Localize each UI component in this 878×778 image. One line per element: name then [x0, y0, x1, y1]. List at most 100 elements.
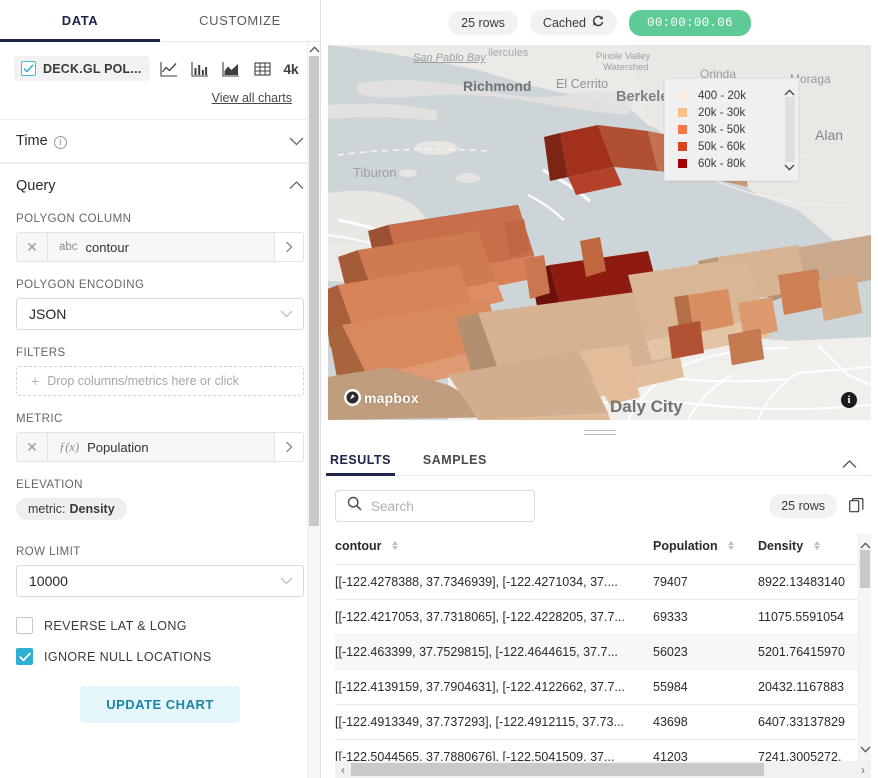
cell-population: 55984 — [653, 670, 758, 705]
query-timer-badge: 00:00:00.06 — [629, 10, 751, 36]
deckgl-map[interactable]: San Pablo Bay ilercules Pinole Valley Wa… — [328, 45, 871, 420]
view-all-charts-link[interactable]: View all charts — [212, 91, 292, 105]
cached-label: Cached — [543, 16, 586, 30]
scrollbar-thumb[interactable] — [309, 56, 319, 526]
metric-value-wrap[interactable]: ƒ(x) Population — [48, 433, 274, 461]
cell-density: 8922.13483140 — [758, 565, 871, 600]
scroll-down-icon[interactable] — [860, 740, 871, 758]
search-input[interactable] — [371, 499, 523, 514]
scroll-up-icon[interactable] — [784, 83, 795, 101]
filters-placeholder: Drop columns/metrics here or click — [47, 374, 239, 388]
checkbox-reverse-lat-long[interactable]: REVERSE LAT & LONG — [16, 617, 304, 634]
tab-results[interactable]: RESULTS — [328, 453, 393, 475]
legend-swatch — [678, 142, 687, 151]
legend-swatch — [678, 108, 687, 117]
scroll-right-icon[interactable]: › — [855, 763, 871, 777]
table-row[interactable]: [[-122.4913349, 37.737293], [-122.491211… — [335, 705, 871, 740]
scrollbar-thumb[interactable] — [351, 763, 764, 776]
mapbox-attribution[interactable]: mapbox — [344, 389, 419, 406]
legend-item: 60k - 80k — [678, 155, 798, 172]
info-icon[interactable]: i — [54, 136, 67, 149]
mapbox-icon — [344, 389, 361, 406]
chevron-down-icon — [280, 310, 293, 318]
tab-customize[interactable]: CUSTOMIZE — [160, 0, 320, 41]
section-header-query[interactable]: Query — [0, 163, 320, 207]
close-icon[interactable]: ✕ — [17, 233, 48, 261]
polygon-encoding-value: JSON — [29, 306, 280, 322]
checkbox-ignore-null-locations[interactable]: IGNORE NULL LOCATIONS — [16, 648, 304, 665]
filters-dropzone[interactable]: + Drop columns/metrics here or click — [16, 366, 304, 396]
control-panel-scrollbar[interactable] — [307, 42, 320, 778]
metric-control[interactable]: ✕ ƒ(x) Population — [16, 432, 304, 462]
cell-density: 20432.1167883 — [758, 670, 871, 705]
panel-resize-handle[interactable] — [321, 420, 878, 445]
legend-label: 30k - 50k — [698, 124, 745, 136]
chevron-down-icon — [280, 577, 293, 585]
polygon-encoding-label: POLYGON ENCODING — [16, 279, 304, 291]
elevation-label: ELEVATION — [16, 479, 304, 491]
results-rows-badge: 25 rows — [769, 494, 837, 518]
scroll-left-icon[interactable]: ‹ — [335, 763, 351, 777]
scroll-up-icon[interactable] — [308, 42, 320, 56]
refresh-icon — [592, 15, 604, 30]
sort-icon[interactable] — [814, 541, 820, 550]
polygon-column-value-wrap[interactable]: abc contour — [48, 233, 274, 261]
cached-badge[interactable]: Cached — [530, 10, 617, 35]
table-icon[interactable] — [252, 59, 272, 79]
viz-type-selected[interactable]: DECK.GL POL... — [14, 56, 150, 81]
copy-icon[interactable] — [849, 498, 864, 514]
search-box[interactable] — [335, 490, 535, 522]
sort-icon[interactable] — [392, 541, 398, 550]
table-header-row: contour Population Density — [335, 534, 871, 565]
chevron-right-icon[interactable] — [274, 433, 303, 461]
field-filters: FILTERS + Drop columns/metrics here or c… — [16, 347, 304, 396]
cell-contour: [[-122.463399, 37.7529815], [-122.464461… — [335, 635, 653, 670]
tab-results-label: RESULTS — [330, 453, 391, 467]
table-row[interactable]: [[-122.4139159, 37.7904631], [-122.41226… — [335, 670, 871, 705]
tab-samples[interactable]: SAMPLES — [421, 453, 489, 475]
column-header-contour[interactable]: contour — [335, 534, 653, 565]
table-vertical-scrollbar[interactable] — [858, 534, 871, 778]
polygon-column-control[interactable]: ✕ abc contour — [16, 232, 304, 262]
scrollbar-track[interactable] — [351, 763, 855, 776]
elevation-pill[interactable]: metric: Density — [16, 498, 127, 520]
row-limit-select[interactable]: 10000 — [16, 565, 304, 597]
table-row[interactable]: [[-122.4278388, 37.7346939], [-122.42710… — [335, 565, 871, 600]
big-number-icon[interactable]: 4k — [283, 59, 298, 79]
tab-data[interactable]: DATA — [0, 0, 160, 41]
results-tabs: RESULTS SAMPLES — [328, 445, 871, 476]
cell-contour: [[-122.4217053, 37.7318065], [-122.42282… — [335, 600, 653, 635]
table-row[interactable]: [[-122.4217053, 37.7318065], [-122.42282… — [335, 600, 871, 635]
checkbox-checked-icon — [16, 648, 33, 665]
bar-chart-icon[interactable] — [190, 59, 210, 79]
superset-explore-page: DATA CUSTOMIZE DECK.GL POL... — [0, 0, 878, 778]
table-row[interactable]: [[-122.463399, 37.7529815], [-122.464461… — [335, 635, 871, 670]
cell-density: 6407.33137829 — [758, 705, 871, 740]
legend-item: 20k - 30k — [678, 104, 798, 121]
section-header-time[interactable]: Time i — [0, 119, 320, 163]
cell-population: 56023 — [653, 635, 758, 670]
cell-population: 43698 — [653, 705, 758, 740]
chevron-right-icon[interactable] — [274, 233, 303, 261]
area-chart-icon[interactable] — [221, 59, 241, 79]
control-panel-tabs: DATA CUSTOMIZE — [0, 0, 320, 42]
column-header-density[interactable]: Density — [758, 534, 871, 565]
close-icon[interactable]: ✕ — [17, 433, 48, 461]
plus-icon: + — [31, 373, 39, 389]
field-elevation: ELEVATION metric: Density — [16, 479, 304, 520]
legend-label: 50k - 60k — [698, 141, 745, 153]
legend-scrollbar[interactable] — [782, 83, 796, 176]
scrollbar-thumb[interactable] — [860, 550, 870, 588]
column-header-population[interactable]: Population — [653, 534, 758, 565]
map-info-icon[interactable]: i — [841, 392, 857, 408]
sort-icon[interactable] — [728, 541, 734, 550]
scroll-down-icon[interactable] — [784, 158, 795, 176]
line-chart-icon[interactable] — [159, 59, 179, 79]
table-horizontal-scrollbar[interactable]: ‹ › — [335, 761, 871, 778]
column-header-contour-label: contour — [335, 539, 382, 553]
update-chart-button[interactable]: UPDATE CHART — [80, 686, 240, 723]
resize-grip-icon — [584, 430, 616, 435]
map-legend[interactable]: 400 - 20k 20k - 30k 30k - 50k 50k - 60k … — [664, 78, 799, 181]
polygon-encoding-select[interactable]: JSON — [16, 298, 304, 330]
collapse-results-icon[interactable] — [842, 460, 857, 475]
